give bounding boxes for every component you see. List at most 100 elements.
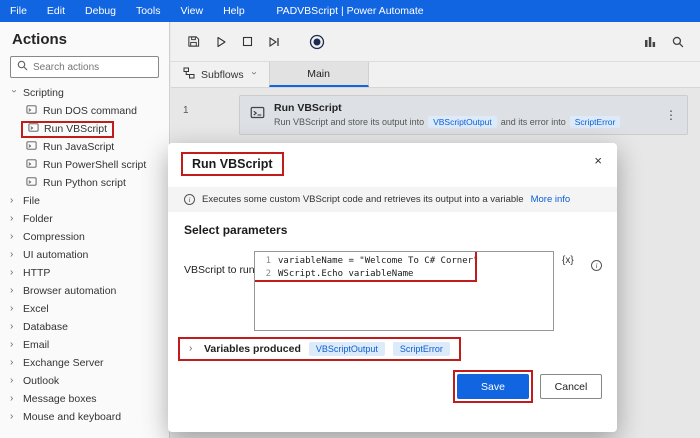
script-icon (28, 122, 39, 136)
menu-tools[interactable]: Tools (126, 0, 171, 22)
action-card-menu-icon[interactable]: ⋮ (665, 108, 677, 122)
annotation-redbox-save: Save (453, 370, 533, 403)
chevron-right-icon: › (10, 267, 14, 278)
run-icon[interactable] (215, 36, 227, 48)
variables-produced-label: Variables produced (204, 343, 301, 355)
code-line: 1 variableName = "Welcome To C# Corner" (255, 255, 553, 268)
tree-item-run-javascript[interactable]: Run JavaScript (0, 138, 169, 156)
chevron-down-icon: › (8, 89, 20, 93)
tree-item-run-python[interactable]: Run Python script (0, 174, 169, 192)
dialog-info-text: Executes some custom VBScript code and r… (202, 194, 524, 205)
tree-group-outlook[interactable]: › Outlook (0, 372, 169, 390)
chevron-right-icon[interactable]: › (189, 344, 196, 354)
menu-edit[interactable]: Edit (37, 0, 75, 22)
script-icon (26, 158, 37, 172)
tree-item-run-powershell[interactable]: Run PowerShell script (0, 156, 169, 174)
tree-group-message-boxes[interactable]: › Message boxes (0, 390, 169, 408)
tree-group-excel[interactable]: › Excel (0, 300, 169, 318)
tree-group-ui-automation[interactable]: › UI automation (0, 246, 169, 264)
vbscript-to-run-label: VBScript to run: (184, 264, 258, 276)
search-actions-input[interactable] (33, 61, 152, 73)
line-number: 1 (265, 256, 271, 266)
tree-item-run-dos-command[interactable]: Run DOS command (0, 102, 169, 120)
tab-bar: Subflows › Main (171, 62, 700, 88)
description-text: and its error into (500, 117, 566, 127)
variable-badge-scripterror[interactable]: ScriptError (569, 116, 621, 128)
tab-main[interactable]: Main (268, 62, 369, 87)
stop-icon[interactable] (242, 36, 253, 47)
chevron-right-icon: › (10, 249, 14, 260)
window-title: PADVBScript | Power Automate (276, 5, 424, 17)
code-text: variableName = "Welcome To C# Corner" (278, 256, 479, 266)
chevron-right-icon: › (10, 285, 14, 296)
save-button[interactable]: Save (457, 374, 529, 399)
select-parameters-heading: Select parameters (184, 223, 288, 237)
tree-group-email[interactable]: › Email (0, 336, 169, 354)
tree-group-browser-automation[interactable]: › Browser automation (0, 282, 169, 300)
action-card-run-vbscript[interactable]: Run VBScript Run VBScript and store its … (239, 95, 688, 135)
step-over-icon[interactable] (268, 36, 280, 48)
record-icon[interactable] (309, 34, 325, 50)
menu-help[interactable]: Help (213, 0, 255, 22)
search-icon (17, 58, 28, 76)
parameter-info-icon[interactable]: i (591, 255, 602, 273)
script-icon (26, 104, 37, 118)
action-row-number: 1 (183, 105, 189, 116)
tree-group-label: Folder (23, 213, 53, 225)
more-info-link[interactable]: More info (531, 194, 571, 205)
chevron-right-icon: › (10, 213, 14, 224)
description-text: Run VBScript and store its output into (274, 117, 425, 127)
chevron-right-icon: › (10, 339, 14, 350)
tree-group-label: Exchange Server (23, 357, 104, 369)
tree-group-file[interactable]: › File (0, 192, 169, 210)
vbscript-code-editor[interactable]: 1 variableName = "Welcome To C# Corner" … (254, 251, 554, 331)
tree-group-label: HTTP (23, 267, 51, 279)
tree-group-label: Compression (23, 231, 85, 243)
tree-item-label: Run Python script (43, 177, 126, 189)
dialog-info-bar: i Executes some custom VBScript code and… (168, 187, 617, 212)
search-icon[interactable] (672, 36, 684, 48)
action-card-description: Run VBScript and store its output into V… (274, 116, 621, 128)
tree-group-compression[interactable]: › Compression (0, 228, 169, 246)
tree-group-label: Outlook (23, 375, 60, 387)
close-icon[interactable]: × (594, 154, 602, 167)
sidebar-title: Actions (12, 31, 68, 48)
cancel-button[interactable]: Cancel (540, 374, 602, 399)
menu-view[interactable]: View (170, 0, 213, 22)
tree-item-run-vbscript[interactable]: Run VBScript (0, 120, 169, 138)
code-line: 2 WScript.Echo variableName (255, 268, 553, 281)
tree-group-scripting[interactable]: › Scripting (0, 84, 169, 102)
tree-group-label: Mouse and keyboard (23, 411, 122, 423)
tree-group-label: UI automation (23, 249, 89, 261)
menu-file[interactable]: File (0, 0, 37, 22)
actions-tree: › Scripting Run DOS command Run VBScript… (0, 84, 169, 426)
variables-pane-icon[interactable] (644, 36, 656, 48)
chevron-right-icon: › (10, 375, 14, 386)
tree-group-label: Email (23, 339, 50, 351)
variable-picker-button[interactable]: {x} (562, 255, 574, 266)
tree-group-label: Message boxes (23, 393, 97, 405)
subflow-icon (183, 67, 195, 82)
tree-group-mouse-keyboard[interactable]: › Mouse and keyboard (0, 408, 169, 426)
chevron-right-icon: › (10, 411, 14, 422)
actions-sidebar: Actions › Scripting Run DOS command Run … (0, 22, 170, 438)
tree-group-database[interactable]: › Database (0, 318, 169, 336)
chevron-right-icon: › (10, 321, 14, 332)
code-text: WScript.Echo variableName (278, 269, 414, 279)
chevron-right-icon: › (10, 393, 14, 404)
tree-group-exchange-server[interactable]: › Exchange Server (0, 354, 169, 372)
save-icon[interactable] (187, 35, 200, 48)
run-vbscript-dialog: Run VBScript × i Executes some custom VB… (168, 143, 617, 432)
tree-group-label: Scripting (23, 87, 64, 99)
tree-group-label: Database (23, 321, 68, 333)
variable-badge-vbscriptoutput[interactable]: VBScriptOutput (428, 116, 497, 128)
tree-group-folder[interactable]: › Folder (0, 210, 169, 228)
variable-badge-vbscriptoutput[interactable]: VBScriptOutput (308, 342, 385, 356)
tree-group-http[interactable]: › HTTP (0, 264, 169, 282)
chevron-right-icon: › (10, 195, 14, 206)
variable-badge-scripterror[interactable]: ScriptError (392, 342, 450, 356)
menu-debug[interactable]: Debug (75, 0, 126, 22)
subflows-dropdown[interactable]: Subflows › (171, 62, 269, 87)
search-actions-box[interactable] (10, 56, 159, 78)
chevron-right-icon: › (10, 231, 14, 242)
